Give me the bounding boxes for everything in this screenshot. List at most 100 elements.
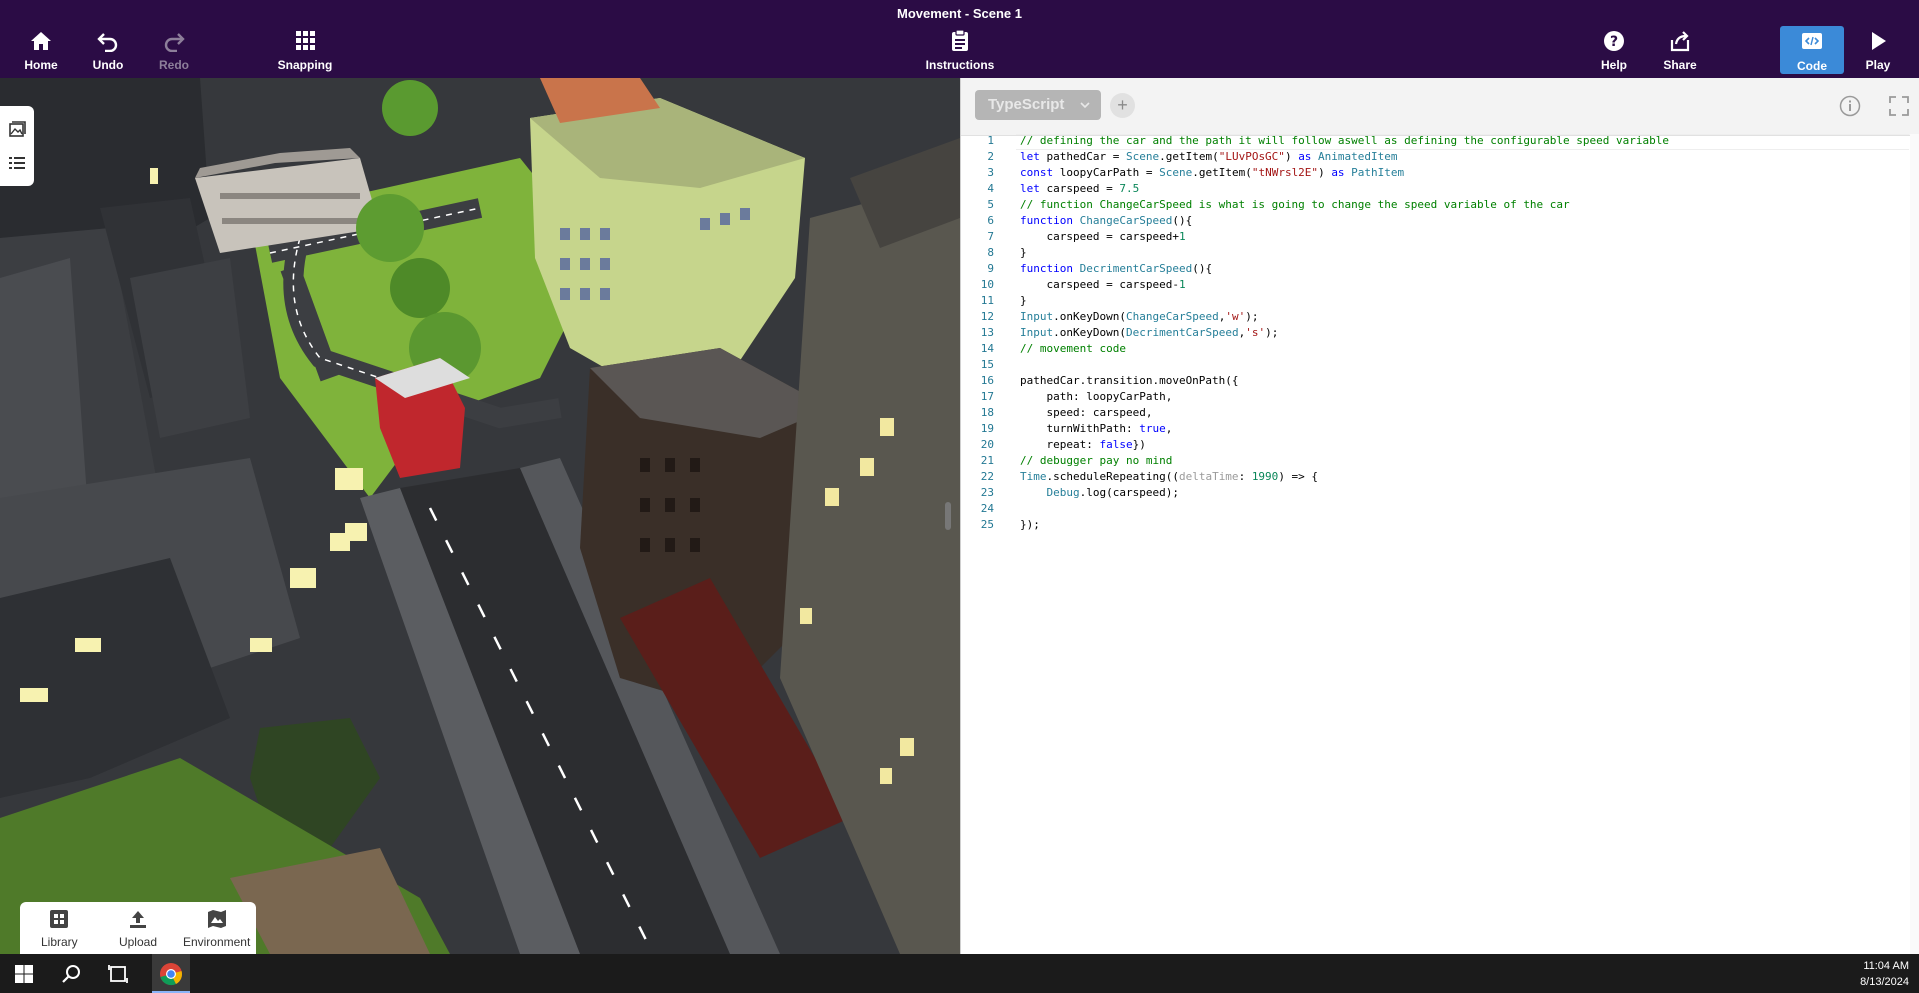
- list-icon[interactable]: [7, 153, 27, 173]
- code-line: 18 speed: carspeed,: [961, 406, 1909, 422]
- code-line: 22 Time.scheduleRepeating((deltaTime: 19…: [961, 470, 1909, 486]
- line-number: 7: [987, 230, 994, 243]
- undo-button[interactable]: Undo: [73, 30, 143, 74]
- code-text: }: [1020, 294, 1027, 307]
- help-button[interactable]: ? Help: [1579, 30, 1649, 74]
- code-button[interactable]: Code: [1780, 26, 1844, 74]
- code-line: 9 function DecrimentCarSpeed(){: [961, 262, 1909, 278]
- language-select[interactable]: TypeScript: [975, 90, 1101, 120]
- line-number: 24: [980, 502, 994, 515]
- code-line: 24: [961, 502, 1909, 518]
- redo-icon: [164, 33, 185, 52]
- play-button[interactable]: Play: [1843, 30, 1913, 74]
- code-panel: TypeScript + 1 // defining the car and t…: [960, 78, 1919, 954]
- code-line: 16 pathedCar.transition.moveOnPath({: [961, 374, 1909, 390]
- code-text: turnWithPath: true,: [1020, 422, 1173, 435]
- share-button[interactable]: Share: [1645, 30, 1715, 74]
- line-number: 4: [987, 182, 994, 195]
- line-number: 12: [980, 310, 994, 323]
- snapping-button[interactable]: Snapping: [270, 30, 340, 74]
- info-icon[interactable]: [1838, 94, 1862, 118]
- line-number: 25: [980, 518, 994, 531]
- line-number: 16: [980, 374, 994, 387]
- line-number: 9: [987, 262, 994, 275]
- expand-icon[interactable]: [1887, 94, 1911, 118]
- line-number: 18: [980, 406, 994, 419]
- bottom-dock: Library Upload Environment: [20, 902, 256, 954]
- environment-label: Environment: [182, 935, 251, 949]
- code-text: let carspeed = 7.5: [1020, 182, 1140, 195]
- line-number: 13: [980, 326, 994, 339]
- instructions-label: Instructions: [925, 58, 995, 72]
- line-number: 19: [980, 422, 994, 435]
- system-clock[interactable]: 11:04 AM 8/13/2024: [1860, 958, 1909, 990]
- line-number: 3: [987, 166, 994, 179]
- code-label: Code: [1797, 59, 1827, 73]
- svg-text:?: ?: [1610, 34, 1618, 50]
- code-panel-header: TypeScript +: [961, 78, 1919, 136]
- code-text: // defining the car and the path it will…: [1020, 134, 1670, 147]
- side-tab-strip: [0, 106, 34, 186]
- redo-button[interactable]: Redo: [139, 30, 209, 74]
- code-line: 23 Debug.log(carspeed);: [961, 486, 1909, 502]
- line-number: 1: [987, 134, 994, 147]
- code-line: 10 carspeed = carspeed-1: [961, 278, 1909, 294]
- code-text: pathedCar.transition.moveOnPath({: [1020, 374, 1239, 387]
- help-icon: ?: [1604, 31, 1624, 51]
- scene-viewport[interactable]: Library Upload Environment: [0, 78, 960, 954]
- code-line: 7 carspeed = carspeed+1: [961, 230, 1909, 246]
- code-editor[interactable]: 1 // defining the car and the path it wi…: [961, 134, 1919, 954]
- clock-date: 8/13/2024: [1860, 976, 1909, 988]
- share-icon: [1670, 31, 1690, 52]
- line-number: 15: [980, 358, 994, 371]
- window-title: Movement - Scene 1: [897, 6, 1022, 21]
- code-text: Input.onKeyDown(ChangeCarSpeed,'w');: [1020, 310, 1259, 323]
- line-number: 6: [987, 214, 994, 227]
- code-line: 11 }: [961, 294, 1909, 310]
- chrome-taskbar-item[interactable]: [152, 954, 190, 993]
- editor-scrollbar[interactable]: [1910, 134, 1919, 954]
- home-label: Home: [24, 58, 58, 72]
- chrome-icon: [160, 963, 182, 986]
- library-button[interactable]: Library: [23, 909, 95, 949]
- code-line: 13 Input.onKeyDown(DecrimentCarSpeed,'s'…: [961, 326, 1909, 342]
- play-label: Play: [1865, 58, 1891, 72]
- code-line: 20 repeat: false}): [961, 438, 1909, 454]
- code-line: 3 const loopyCarPath = Scene.getItem("tN…: [961, 166, 1909, 182]
- search-icon[interactable]: [59, 962, 83, 986]
- upload-button[interactable]: Upload: [102, 909, 174, 949]
- library-label: Library: [40, 935, 78, 949]
- code-line: 15: [961, 358, 1909, 374]
- code-text: Time.scheduleRepeating((deltaTime: 1990)…: [1020, 470, 1319, 483]
- line-number: 17: [980, 390, 994, 403]
- instructions-button[interactable]: Instructions: [925, 30, 995, 74]
- line-number: 8: [987, 246, 994, 259]
- code-line: 5 // function ChangeCarSpeed is what is …: [961, 198, 1909, 214]
- line-number: 5: [987, 198, 994, 211]
- code-text: // function ChangeCarSpeed is what is go…: [1020, 198, 1570, 211]
- line-number: 22: [980, 470, 994, 483]
- snapping-label: Snapping: [277, 58, 333, 72]
- code-line: 21 // debugger pay no mind: [961, 454, 1909, 470]
- code-line: 25 });: [961, 518, 1909, 534]
- environment-button[interactable]: Environment: [181, 909, 253, 949]
- panel-resize-handle[interactable]: [945, 502, 951, 530]
- chevron-down-icon: [1080, 102, 1090, 109]
- redo-label: Redo: [159, 58, 189, 72]
- add-script-button[interactable]: +: [1110, 93, 1135, 118]
- upload-label: Upload: [118, 935, 157, 949]
- os-taskbar: 11:04 AM 8/13/2024: [0, 954, 1919, 993]
- images-icon[interactable]: [7, 119, 27, 139]
- city-scene-render[interactable]: [0, 78, 960, 954]
- code-text: repeat: false}): [1020, 438, 1146, 451]
- line-number: 14: [980, 342, 994, 355]
- home-button[interactable]: Home: [6, 30, 76, 74]
- task-view-icon[interactable]: [106, 962, 130, 986]
- code-text: speed: carspeed,: [1020, 406, 1153, 419]
- code-text: function DecrimentCarSpeed(){: [1020, 262, 1213, 275]
- line-number: 10: [980, 278, 994, 291]
- language-select-value: TypeScript: [988, 96, 1065, 113]
- play-icon: [1872, 32, 1886, 50]
- windows-start-icon[interactable]: [12, 962, 36, 986]
- code-text: Debug.log(carspeed);: [1046, 486, 1179, 499]
